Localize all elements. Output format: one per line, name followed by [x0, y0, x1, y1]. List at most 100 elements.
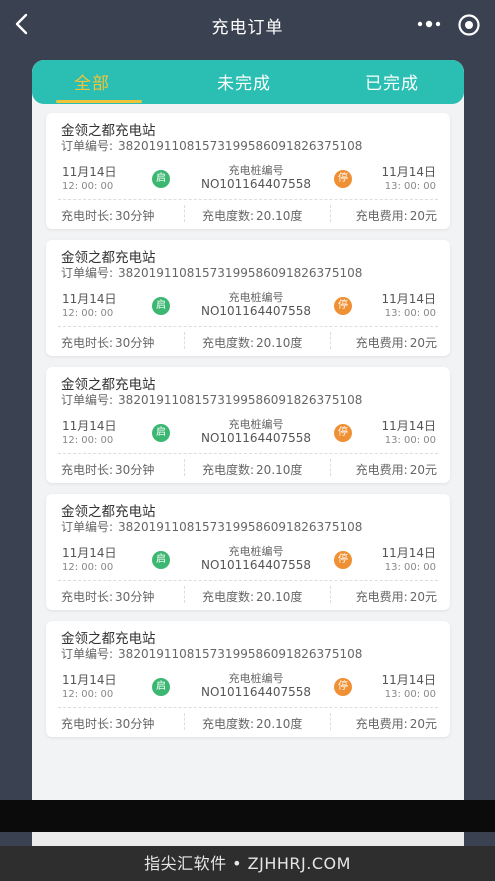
- pile-number: NO101164407558: [200, 558, 312, 572]
- order-number-label: 订单编号:: [61, 139, 114, 153]
- fee-label: 充电费用:: [355, 336, 408, 350]
- degree-value: 20.10度: [256, 336, 303, 350]
- fee-value: 20元: [409, 209, 437, 223]
- start-date: 11月14日: [62, 292, 117, 306]
- pile-number: NO101164407558: [200, 431, 312, 445]
- order-card[interactable]: 金领之都充电站 订单编号: 382019110815731995860918263…: [46, 621, 450, 737]
- order-card[interactable]: 金领之都充电站 订单编号: 382019110815731995860918263…: [46, 113, 450, 229]
- divider: [58, 580, 438, 581]
- fee-label: 充电费用:: [355, 463, 408, 477]
- start-badge: 启: [152, 170, 170, 188]
- end-clock: 13: 00: 00: [384, 181, 436, 192]
- end-date: 11月14日: [381, 165, 436, 179]
- order-card[interactable]: 金领之都充电站 订单编号: 382019110815731995860918263…: [46, 240, 450, 356]
- start-date: 11月14日: [62, 165, 117, 179]
- divider: [184, 332, 185, 349]
- start-time-block: 11月14日 12: 00: 00: [62, 290, 117, 319]
- order-number-value: 38201911081573199586091826375108: [118, 647, 363, 661]
- order-number: 订单编号: 38201911081573199586091826375108: [61, 518, 362, 535]
- fee-value: 20元: [409, 590, 437, 604]
- pile-block: 充电桩编号 NO101164407558: [186, 416, 326, 445]
- end-clock: 13: 00: 00: [384, 562, 436, 573]
- end-time-block: 11月14日 13: 00: 00: [381, 544, 436, 573]
- tab-completed[interactable]: 已完成: [365, 69, 419, 94]
- duration-label: 充电时长:: [61, 590, 114, 604]
- order-number: 订单编号: 38201911081573199586091826375108: [61, 264, 362, 281]
- duration-stat: 充电时长: 30分钟: [61, 461, 154, 478]
- end-time-block: 11月14日 13: 00: 00: [381, 671, 436, 700]
- order-card[interactable]: 金领之都充电站 订单编号: 382019110815731995860918263…: [46, 367, 450, 483]
- end-date: 11月14日: [381, 546, 436, 560]
- order-number-label: 订单编号:: [61, 647, 114, 661]
- start-time-block: 11月14日 12: 00: 00: [62, 417, 117, 446]
- order-number-label: 订单编号:: [61, 520, 114, 534]
- order-number-value: 38201911081573199586091826375108: [118, 266, 363, 280]
- duration-value: 30分钟: [115, 209, 155, 223]
- active-tab-indicator: [56, 100, 142, 103]
- pile-block: 充电桩编号 NO101164407558: [186, 670, 326, 699]
- order-number-value: 38201911081573199586091826375108: [118, 520, 363, 534]
- stop-badge: 停: [334, 551, 352, 569]
- order-number: 订单编号: 38201911081573199586091826375108: [61, 645, 362, 662]
- fee-label: 充电费用:: [355, 590, 408, 604]
- target-icon[interactable]: [457, 13, 481, 37]
- degree-label: 充电度数:: [202, 463, 255, 477]
- degree-value: 20.10度: [256, 590, 303, 604]
- degree-stat: 充电度数: 20.10度: [202, 715, 302, 732]
- degree-value: 20.10度: [256, 463, 303, 477]
- divider: [184, 459, 185, 476]
- station-name: 金领之都充电站: [61, 250, 156, 266]
- more-dots-icon[interactable]: [416, 14, 442, 34]
- end-date: 11月14日: [381, 292, 436, 306]
- fee-stat: 充电费用: 20元: [356, 715, 437, 732]
- degree-label: 充电度数:: [202, 336, 255, 350]
- degree-label: 充电度数:: [202, 590, 255, 604]
- start-clock: 12: 00: 00: [62, 435, 114, 446]
- pile-block: 充电桩编号 NO101164407558: [186, 289, 326, 318]
- order-number-value: 38201911081573199586091826375108: [118, 393, 363, 407]
- pile-label: 充电桩编号: [228, 418, 284, 431]
- duration-label: 充电时长:: [61, 209, 114, 223]
- start-date: 11月14日: [62, 419, 117, 433]
- tab-incomplete[interactable]: 未完成: [217, 69, 271, 94]
- start-time-block: 11月14日 12: 00: 00: [62, 163, 117, 192]
- stop-badge: 停: [334, 678, 352, 696]
- bottom-band: [0, 800, 495, 832]
- end-clock: 13: 00: 00: [384, 689, 436, 700]
- stop-badge: 停: [334, 170, 352, 188]
- pile-label: 充电桩编号: [228, 545, 284, 558]
- degree-value: 20.10度: [256, 717, 303, 731]
- tab-all[interactable]: 全部: [74, 69, 110, 94]
- start-time-block: 11月14日 12: 00: 00: [62, 671, 117, 700]
- duration-label: 充电时长:: [61, 717, 114, 731]
- pile-label: 充电桩编号: [228, 672, 284, 685]
- start-clock: 12: 00: 00: [62, 181, 114, 192]
- divider: [58, 199, 438, 200]
- divider: [184, 205, 185, 222]
- duration-stat: 充电时长: 30分钟: [61, 334, 154, 351]
- order-card[interactable]: 金领之都充电站 订单编号: 382019110815731995860918263…: [46, 494, 450, 610]
- divider: [330, 205, 331, 222]
- end-time-block: 11月14日 13: 00: 00: [381, 290, 436, 319]
- fee-stat: 充电费用: 20元: [356, 207, 437, 224]
- fee-value: 20元: [409, 463, 437, 477]
- start-date: 11月14日: [62, 673, 117, 687]
- pile-block: 充电桩编号 NO101164407558: [186, 543, 326, 572]
- panel-bottom-edge: [32, 832, 464, 846]
- fee-value: 20元: [409, 717, 437, 731]
- duration-value: 30分钟: [115, 463, 155, 477]
- degree-value: 20.10度: [256, 209, 303, 223]
- pile-label: 充电桩编号: [228, 291, 284, 304]
- start-badge: 启: [152, 424, 170, 442]
- degree-label: 充电度数:: [202, 209, 255, 223]
- duration-stat: 充电时长: 30分钟: [61, 588, 154, 605]
- divider: [330, 332, 331, 349]
- start-badge: 启: [152, 678, 170, 696]
- degree-stat: 充电度数: 20.10度: [202, 207, 302, 224]
- pile-number: NO101164407558: [200, 685, 312, 699]
- duration-value: 30分钟: [115, 336, 155, 350]
- divider: [184, 586, 185, 603]
- divider: [330, 459, 331, 476]
- watermark-text: 指尖汇软件 • ZJHHRJ.COM: [144, 854, 351, 873]
- divider: [58, 453, 438, 454]
